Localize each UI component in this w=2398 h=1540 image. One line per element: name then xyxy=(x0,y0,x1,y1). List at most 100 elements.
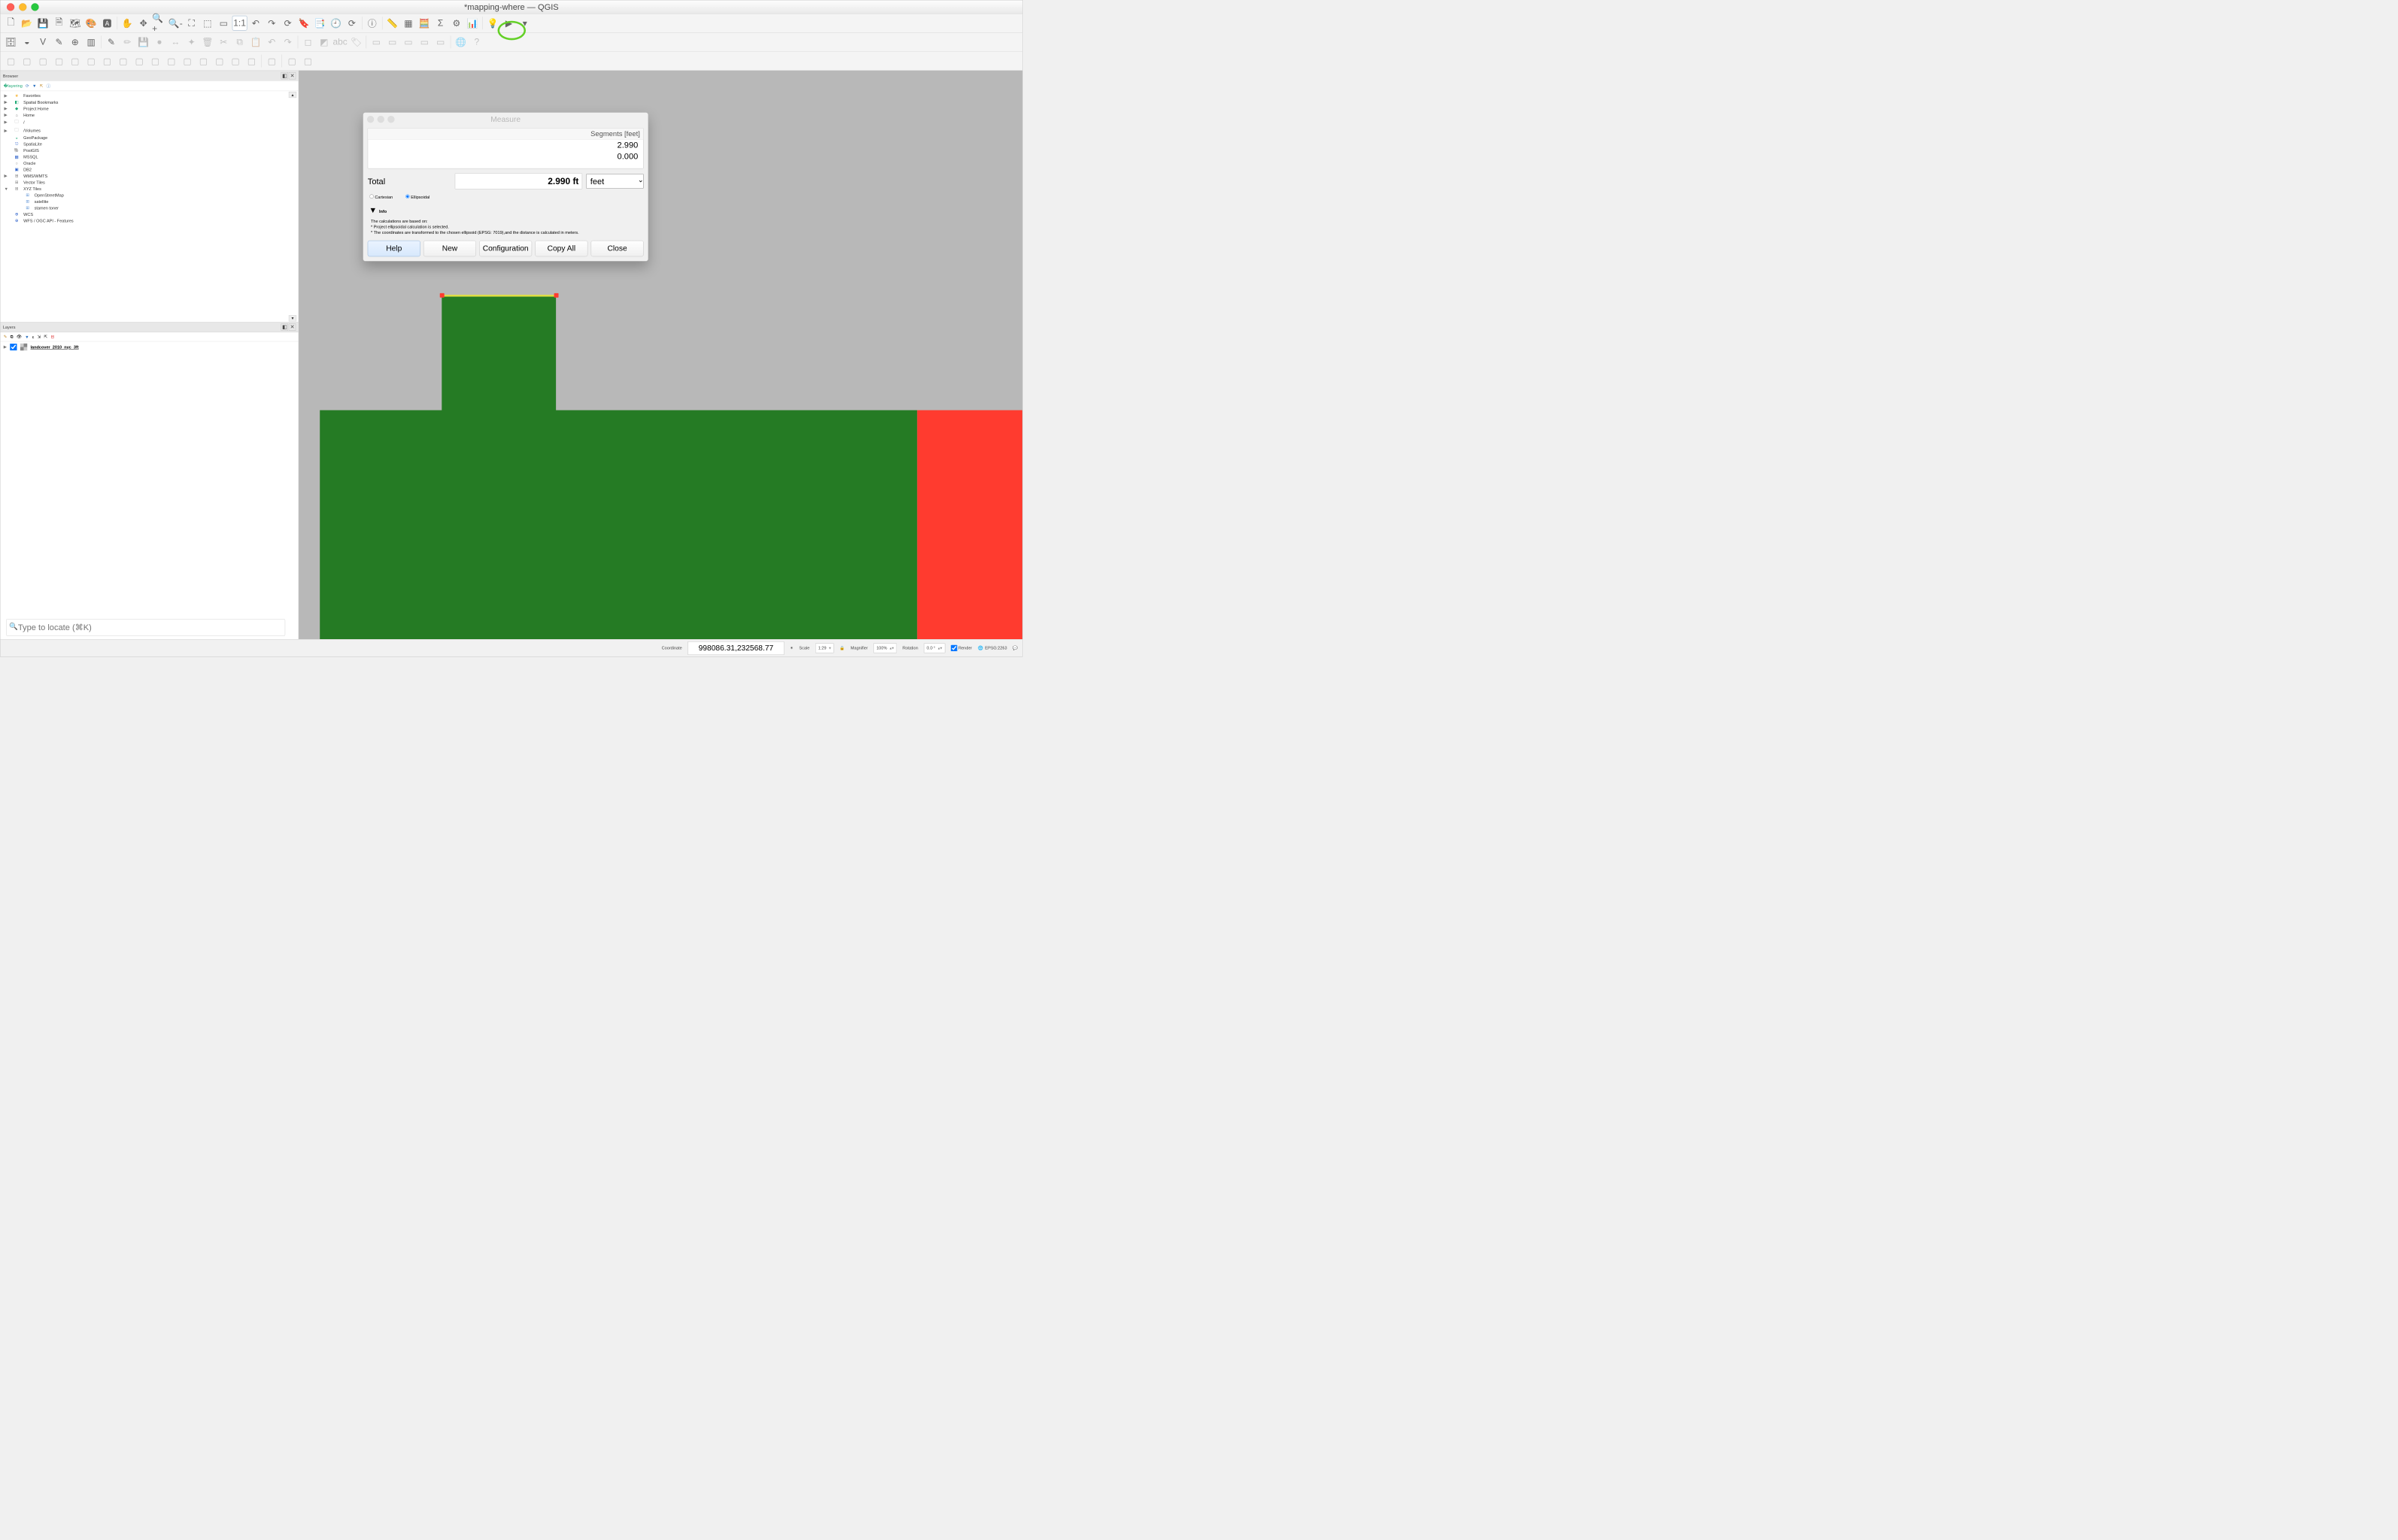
move-feature-button[interactable]: ↔ xyxy=(168,35,183,50)
dialog-close-dot[interactable] xyxy=(367,116,374,123)
expand-icon[interactable]: ▶ xyxy=(5,99,11,105)
current-edits-button[interactable]: ✎ xyxy=(104,35,119,50)
toggle-extents-icon[interactable]: ✶ xyxy=(790,645,794,650)
refresh2-button[interactable]: ⟳ xyxy=(345,16,360,31)
browser-item[interactable]: ▦MSSQL xyxy=(2,153,296,160)
text-annotation-button[interactable]: 🅰 xyxy=(100,16,115,31)
d11-button[interactable]: ▢ xyxy=(164,53,179,68)
refresh-button[interactable]: ⟳ xyxy=(281,16,296,31)
expand-icon[interactable]: ▶ xyxy=(5,112,11,117)
style-icon[interactable]: ✎ xyxy=(4,334,8,339)
new-button[interactable]: New xyxy=(423,241,476,256)
web-button[interactable]: 🌐 xyxy=(454,35,469,50)
browser-item[interactable]: ⊞stamen toner xyxy=(2,205,296,211)
copy-button[interactable]: ⧉ xyxy=(232,35,247,50)
properties-icon[interactable]: ⓘ xyxy=(47,83,51,89)
stats-button[interactable]: Σ xyxy=(433,16,448,31)
new-project-button[interactable]: 🗋 xyxy=(4,16,19,31)
redo-button[interactable]: ↷ xyxy=(281,35,296,50)
d5-button[interactable]: ▢ xyxy=(68,53,83,68)
lock-scale-icon[interactable]: 🔒 xyxy=(839,645,845,650)
coord-input[interactable] xyxy=(688,641,784,655)
measure-button[interactable]: 📏 xyxy=(385,16,400,31)
browser-tree[interactable]: ▴ ▾ ▶★Favorites▶◧Spatial Bookmarks▶◆Proj… xyxy=(0,91,298,322)
undo-button[interactable]: ↶ xyxy=(264,35,279,50)
browser-item[interactable]: ▶★Favorites xyxy=(2,92,296,99)
ellipsoidal-radio[interactable]: Ellipsoidal xyxy=(405,194,430,199)
identify-button[interactable]: ⓘ xyxy=(365,16,380,31)
locator-input[interactable] xyxy=(6,619,285,636)
expand-icon[interactable]: ▶ xyxy=(5,173,11,178)
zoom-full-button[interactable]: ⛶ xyxy=(184,16,199,31)
total-value-input[interactable] xyxy=(455,173,582,189)
expand-icon[interactable]: ▶ xyxy=(5,120,11,125)
d16-button[interactable]: ▢ xyxy=(244,53,260,68)
unit-select[interactable]: feet xyxy=(586,174,643,189)
field-calc-button[interactable]: 🧮 xyxy=(417,16,432,31)
collapse-all-icon[interactable]: ⇱ xyxy=(44,334,48,339)
new-geopackage-button[interactable]: ◒ xyxy=(20,35,35,50)
print-layout-button[interactable]: 🗺 xyxy=(68,16,83,31)
paste-button[interactable]: 📋 xyxy=(248,35,263,50)
new-memory-button[interactable]: ▥ xyxy=(83,35,99,50)
browser-item[interactable]: ⊕WFS / OGC API - Features xyxy=(2,217,296,224)
configuration-button[interactable]: Configuration xyxy=(479,241,532,256)
new-shapefile-button[interactable]: V xyxy=(35,35,50,50)
node-tool-button[interactable]: ✦ xyxy=(184,35,199,50)
poly-yellow2-button[interactable]: ▢ xyxy=(301,53,316,68)
d15-button[interactable]: ▢ xyxy=(228,53,243,68)
browser-item[interactable]: ▶◧Spatial Bookmarks xyxy=(2,99,296,105)
info-header[interactable]: ▼ Info xyxy=(363,205,648,217)
new-virtual-button[interactable]: ⊕ xyxy=(68,35,83,50)
browser-item[interactable]: ⊞satellite xyxy=(2,199,296,205)
action-button[interactable]: ▾ xyxy=(518,16,533,31)
l3-button[interactable]: ▭ xyxy=(401,35,416,50)
filter-legend-icon[interactable]: ▼ xyxy=(25,335,29,339)
pan-to-selection-button[interactable]: ✥ xyxy=(136,16,151,31)
measure-dialog[interactable]: Measure Segments [feet] 2.990 0.000 Tota… xyxy=(363,112,648,261)
expand-icon[interactable]: ▶ xyxy=(5,106,11,111)
browser-item[interactable]: ⎋SpatiaLite xyxy=(2,141,296,147)
d6-button[interactable]: ▢ xyxy=(83,53,99,68)
panel-undock-icon[interactable]: ◧ xyxy=(281,72,288,79)
zoom-layer-button[interactable]: ▭ xyxy=(216,16,231,31)
remove-layer-icon[interactable]: ⊟ xyxy=(50,334,54,339)
add-feature-button[interactable]: ● xyxy=(152,35,167,50)
cut-button[interactable]: ✂ xyxy=(216,35,231,50)
add-layer-icon[interactable]: �layering xyxy=(4,83,23,89)
open-datasource-button[interactable]: 🗄 xyxy=(4,35,19,50)
filter-icon[interactable]: ▼ xyxy=(32,83,36,88)
browser-item[interactable]: ○Oracle xyxy=(2,160,296,166)
style-manager-button[interactable]: 🎨 xyxy=(83,16,99,31)
d10-button[interactable]: ▢ xyxy=(148,53,163,68)
browser-item[interactable]: ⊞Vector Tiles xyxy=(2,179,296,186)
browser-item[interactable]: ▼⊞XYZ Tiles xyxy=(2,186,296,192)
crs-button[interactable]: 🌐EPSG:2263 xyxy=(978,645,1007,650)
d1-button[interactable]: ▢ xyxy=(4,53,19,68)
attributes-button[interactable]: ▦ xyxy=(401,16,416,31)
zoom-native-button[interactable]: 1:1 xyxy=(232,16,247,31)
magnifier-spin[interactable]: 100% ▴▾ xyxy=(873,643,897,653)
d9-button[interactable]: ▢ xyxy=(132,53,147,68)
visibility-icon[interactable]: 👁 xyxy=(17,334,22,339)
browser-item[interactable]: ▶🗀/ xyxy=(2,118,296,126)
browser-item[interactable]: 🐘PostGIS xyxy=(2,147,296,154)
zoom-out-button[interactable]: 🔍- xyxy=(168,16,183,31)
toggle-edit-button[interactable]: ✏ xyxy=(120,35,135,50)
help-button[interactable]: Help xyxy=(368,241,420,256)
d4-button[interactable]: ▢ xyxy=(52,53,67,68)
render-checkbox[interactable]: Render xyxy=(951,644,972,651)
zoom-next-button[interactable]: ↷ xyxy=(264,16,279,31)
d13-button[interactable]: ▢ xyxy=(196,53,211,68)
copy-all-button[interactable]: Copy All xyxy=(535,241,587,256)
l1-button[interactable]: ▭ xyxy=(369,35,384,50)
tree-scroll-up[interactable]: ▴ xyxy=(289,92,296,98)
bookmarks-button[interactable]: 📑 xyxy=(312,16,327,31)
browser-item[interactable]: ▣DB2 xyxy=(2,166,296,173)
scale-combo[interactable]: 1:29 ▾ xyxy=(815,643,834,653)
zoom-last-button[interactable]: ↶ xyxy=(248,16,263,31)
layer-visibility-checkbox[interactable] xyxy=(10,344,17,350)
messages-icon[interactable]: 💬 xyxy=(1012,645,1018,650)
tree-scroll-down[interactable]: ▾ xyxy=(289,315,296,321)
run-button[interactable]: ▶ xyxy=(502,16,517,31)
